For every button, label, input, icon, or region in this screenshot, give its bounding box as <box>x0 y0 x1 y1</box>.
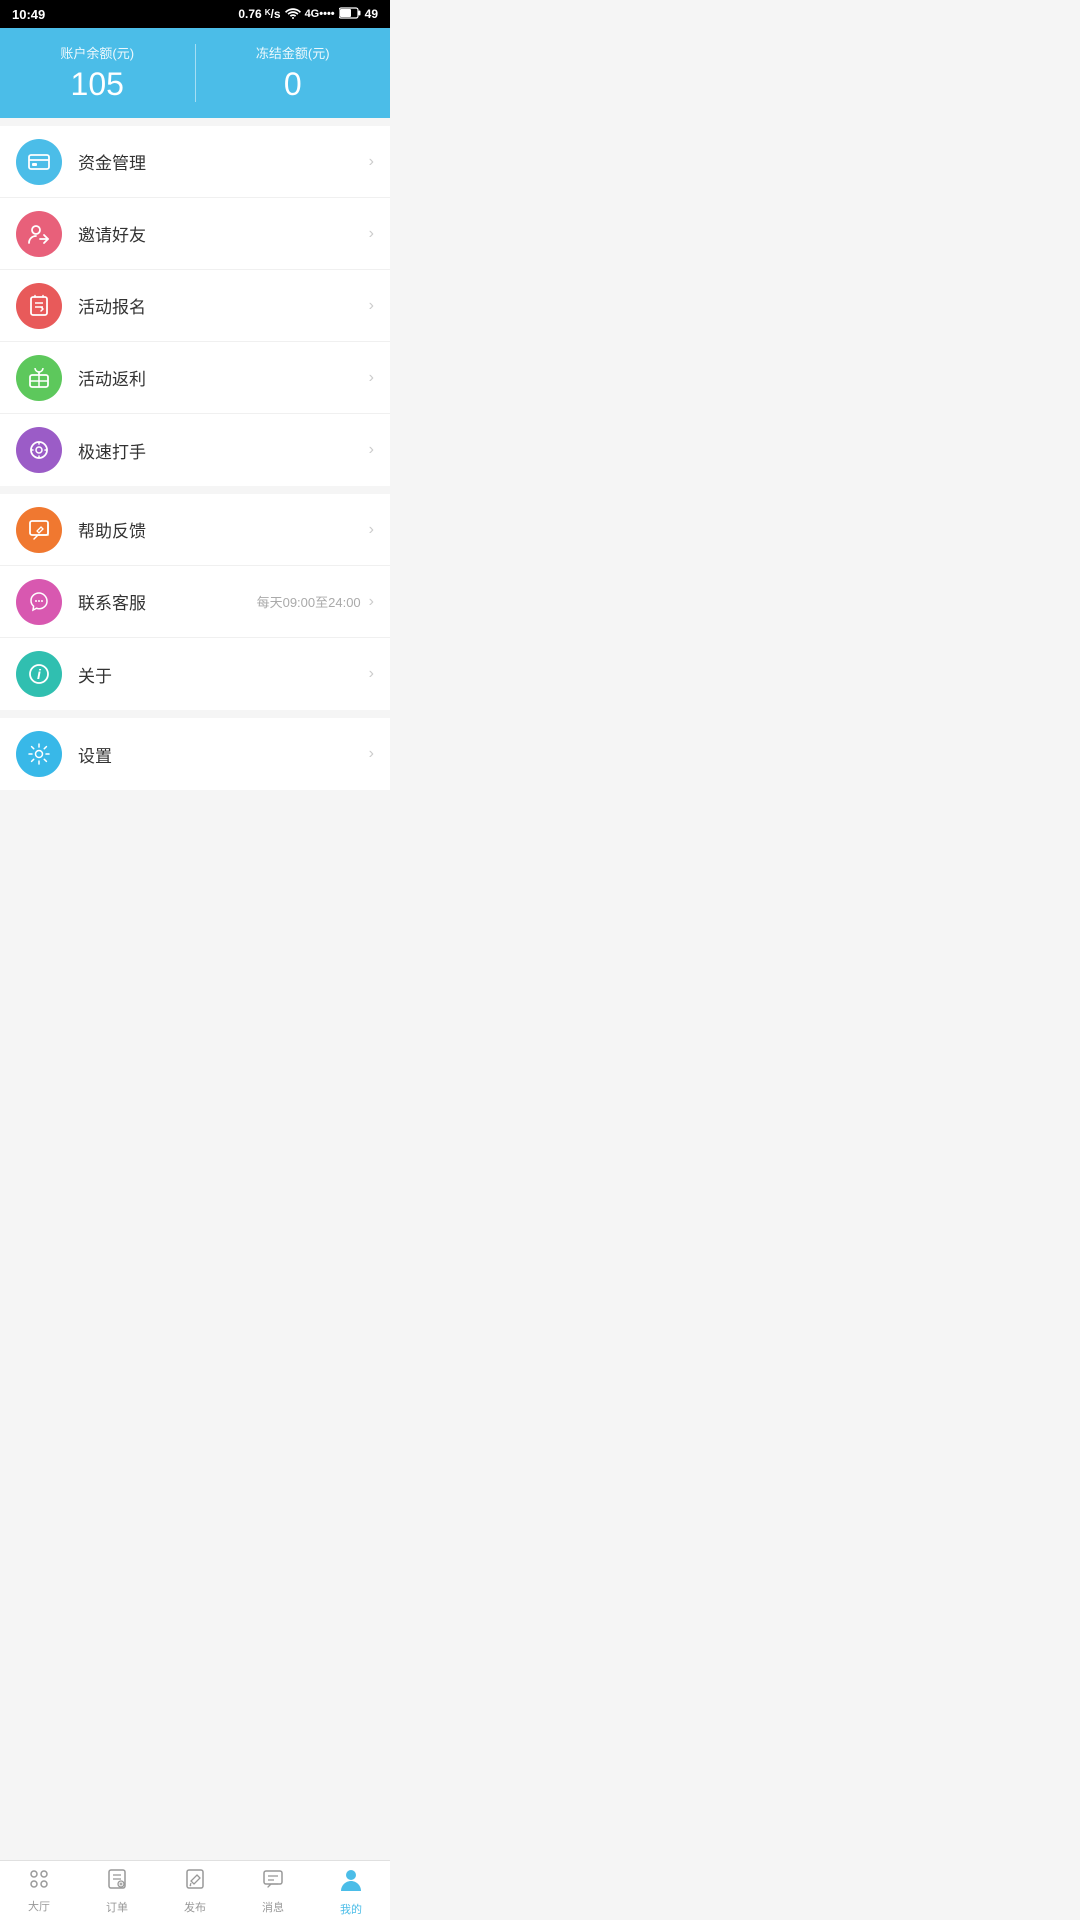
status-time: 10:49 <box>12 7 45 22</box>
feedback-label: 帮助反馈 <box>78 517 369 542</box>
invite-label: 邀请好友 <box>78 221 369 246</box>
wifi-icon <box>285 7 301 22</box>
activity-register-chevron: › <box>369 297 374 315</box>
about-chevron: › <box>369 665 374 683</box>
balance-header: 账户余额(元) 105 冻结金额(元) 0 <box>0 28 390 118</box>
funds-icon <box>16 139 62 185</box>
menu-item-fast-type[interactable]: 极速打手 › <box>0 414 390 486</box>
hall-icon <box>27 1867 51 1895</box>
feedback-chevron: › <box>369 521 374 539</box>
frozen-label: 冻结金额(元) <box>256 43 330 62</box>
hall-label: 大厅 <box>28 1898 50 1914</box>
customer-service-label: 联系客服 <box>78 589 257 614</box>
customer-service-hours: 每天09:00至24:00 <box>257 592 361 611</box>
activity-rebate-icon <box>16 355 62 401</box>
menu-item-invite[interactable]: 邀请好友 › <box>0 198 390 270</box>
feedback-icon <box>16 507 62 553</box>
menu-item-funds[interactable]: 资金管理 › <box>0 126 390 198</box>
fast-type-icon <box>16 427 62 473</box>
mine-icon <box>337 1865 365 1898</box>
activity-rebate-label: 活动返利 <box>78 365 369 390</box>
customer-service-chevron: › <box>369 593 374 611</box>
messages-label: 消息 <box>262 1899 284 1915</box>
about-icon: i <box>16 651 62 697</box>
nav-item-publish[interactable]: 发布 <box>156 1861 234 1920</box>
settings-icon <box>16 731 62 777</box>
battery-level: 49 <box>365 7 378 21</box>
section-1: 资金管理 › 邀请好友 › <box>0 126 390 486</box>
menu-item-settings[interactable]: 设置 › <box>0 718 390 790</box>
menu-item-feedback[interactable]: 帮助反馈 › <box>0 494 390 566</box>
about-label: 关于 <box>78 662 369 687</box>
menu-item-activity-register[interactable]: 活动报名 › <box>0 270 390 342</box>
activity-register-label: 活动报名 <box>78 293 369 318</box>
mine-label: 我的 <box>340 1901 362 1917</box>
nav-item-hall[interactable]: 大厅 <box>0 1861 78 1920</box>
balance-value: 105 <box>71 66 124 103</box>
customer-service-icon <box>16 579 62 625</box>
activity-rebate-chevron: › <box>369 369 374 387</box>
nav-item-orders[interactable]: 订单 <box>78 1861 156 1920</box>
orders-label: 订单 <box>106 1899 128 1915</box>
nav-item-messages[interactable]: 消息 <box>234 1861 312 1920</box>
funds-chevron: › <box>369 153 374 171</box>
status-bar: 10:49 0.76 ᴷ/s 4G•••• 49 <box>0 0 390 28</box>
balance-label: 账户余额(元) <box>60 43 134 62</box>
menu-item-about[interactable]: i 关于 › <box>0 638 390 710</box>
signal-4g: 4G•••• <box>305 8 335 20</box>
content-area: 资金管理 › 邀请好友 › <box>0 126 390 866</box>
publish-label: 发布 <box>184 1899 206 1915</box>
section-2: 帮助反馈 › 联系客服 每天09:00至24:00 › i 关于 › <box>0 494 390 710</box>
fast-type-chevron: › <box>369 441 374 459</box>
frozen-amount: 冻结金额(元) 0 <box>196 28 391 118</box>
bottom-nav: 大厅 订单 发布 <box>0 1860 390 1920</box>
svg-text:i: i <box>37 666 42 682</box>
section-3: 设置 › <box>0 718 390 790</box>
settings-chevron: › <box>369 745 374 763</box>
activity-register-icon <box>16 283 62 329</box>
settings-label: 设置 <box>78 742 369 767</box>
account-balance: 账户余额(元) 105 <box>0 28 195 118</box>
messages-icon <box>261 1867 285 1896</box>
menu-item-activity-rebate[interactable]: 活动返利 › <box>0 342 390 414</box>
nav-item-mine[interactable]: 我的 <box>312 1861 390 1920</box>
orders-icon <box>105 1867 129 1896</box>
status-right: 0.76 ᴷ/s 4G•••• 49 <box>238 7 378 22</box>
battery-icon <box>339 7 361 22</box>
menu-item-customer-service[interactable]: 联系客服 每天09:00至24:00 › <box>0 566 390 638</box>
funds-label: 资金管理 <box>78 149 369 174</box>
invite-chevron: › <box>369 225 374 243</box>
status-speed: 0.76 ᴷ/s <box>238 7 280 21</box>
publish-icon <box>183 1867 207 1896</box>
frozen-value: 0 <box>284 66 302 103</box>
fast-type-label: 极速打手 <box>78 438 369 463</box>
invite-icon <box>16 211 62 257</box>
